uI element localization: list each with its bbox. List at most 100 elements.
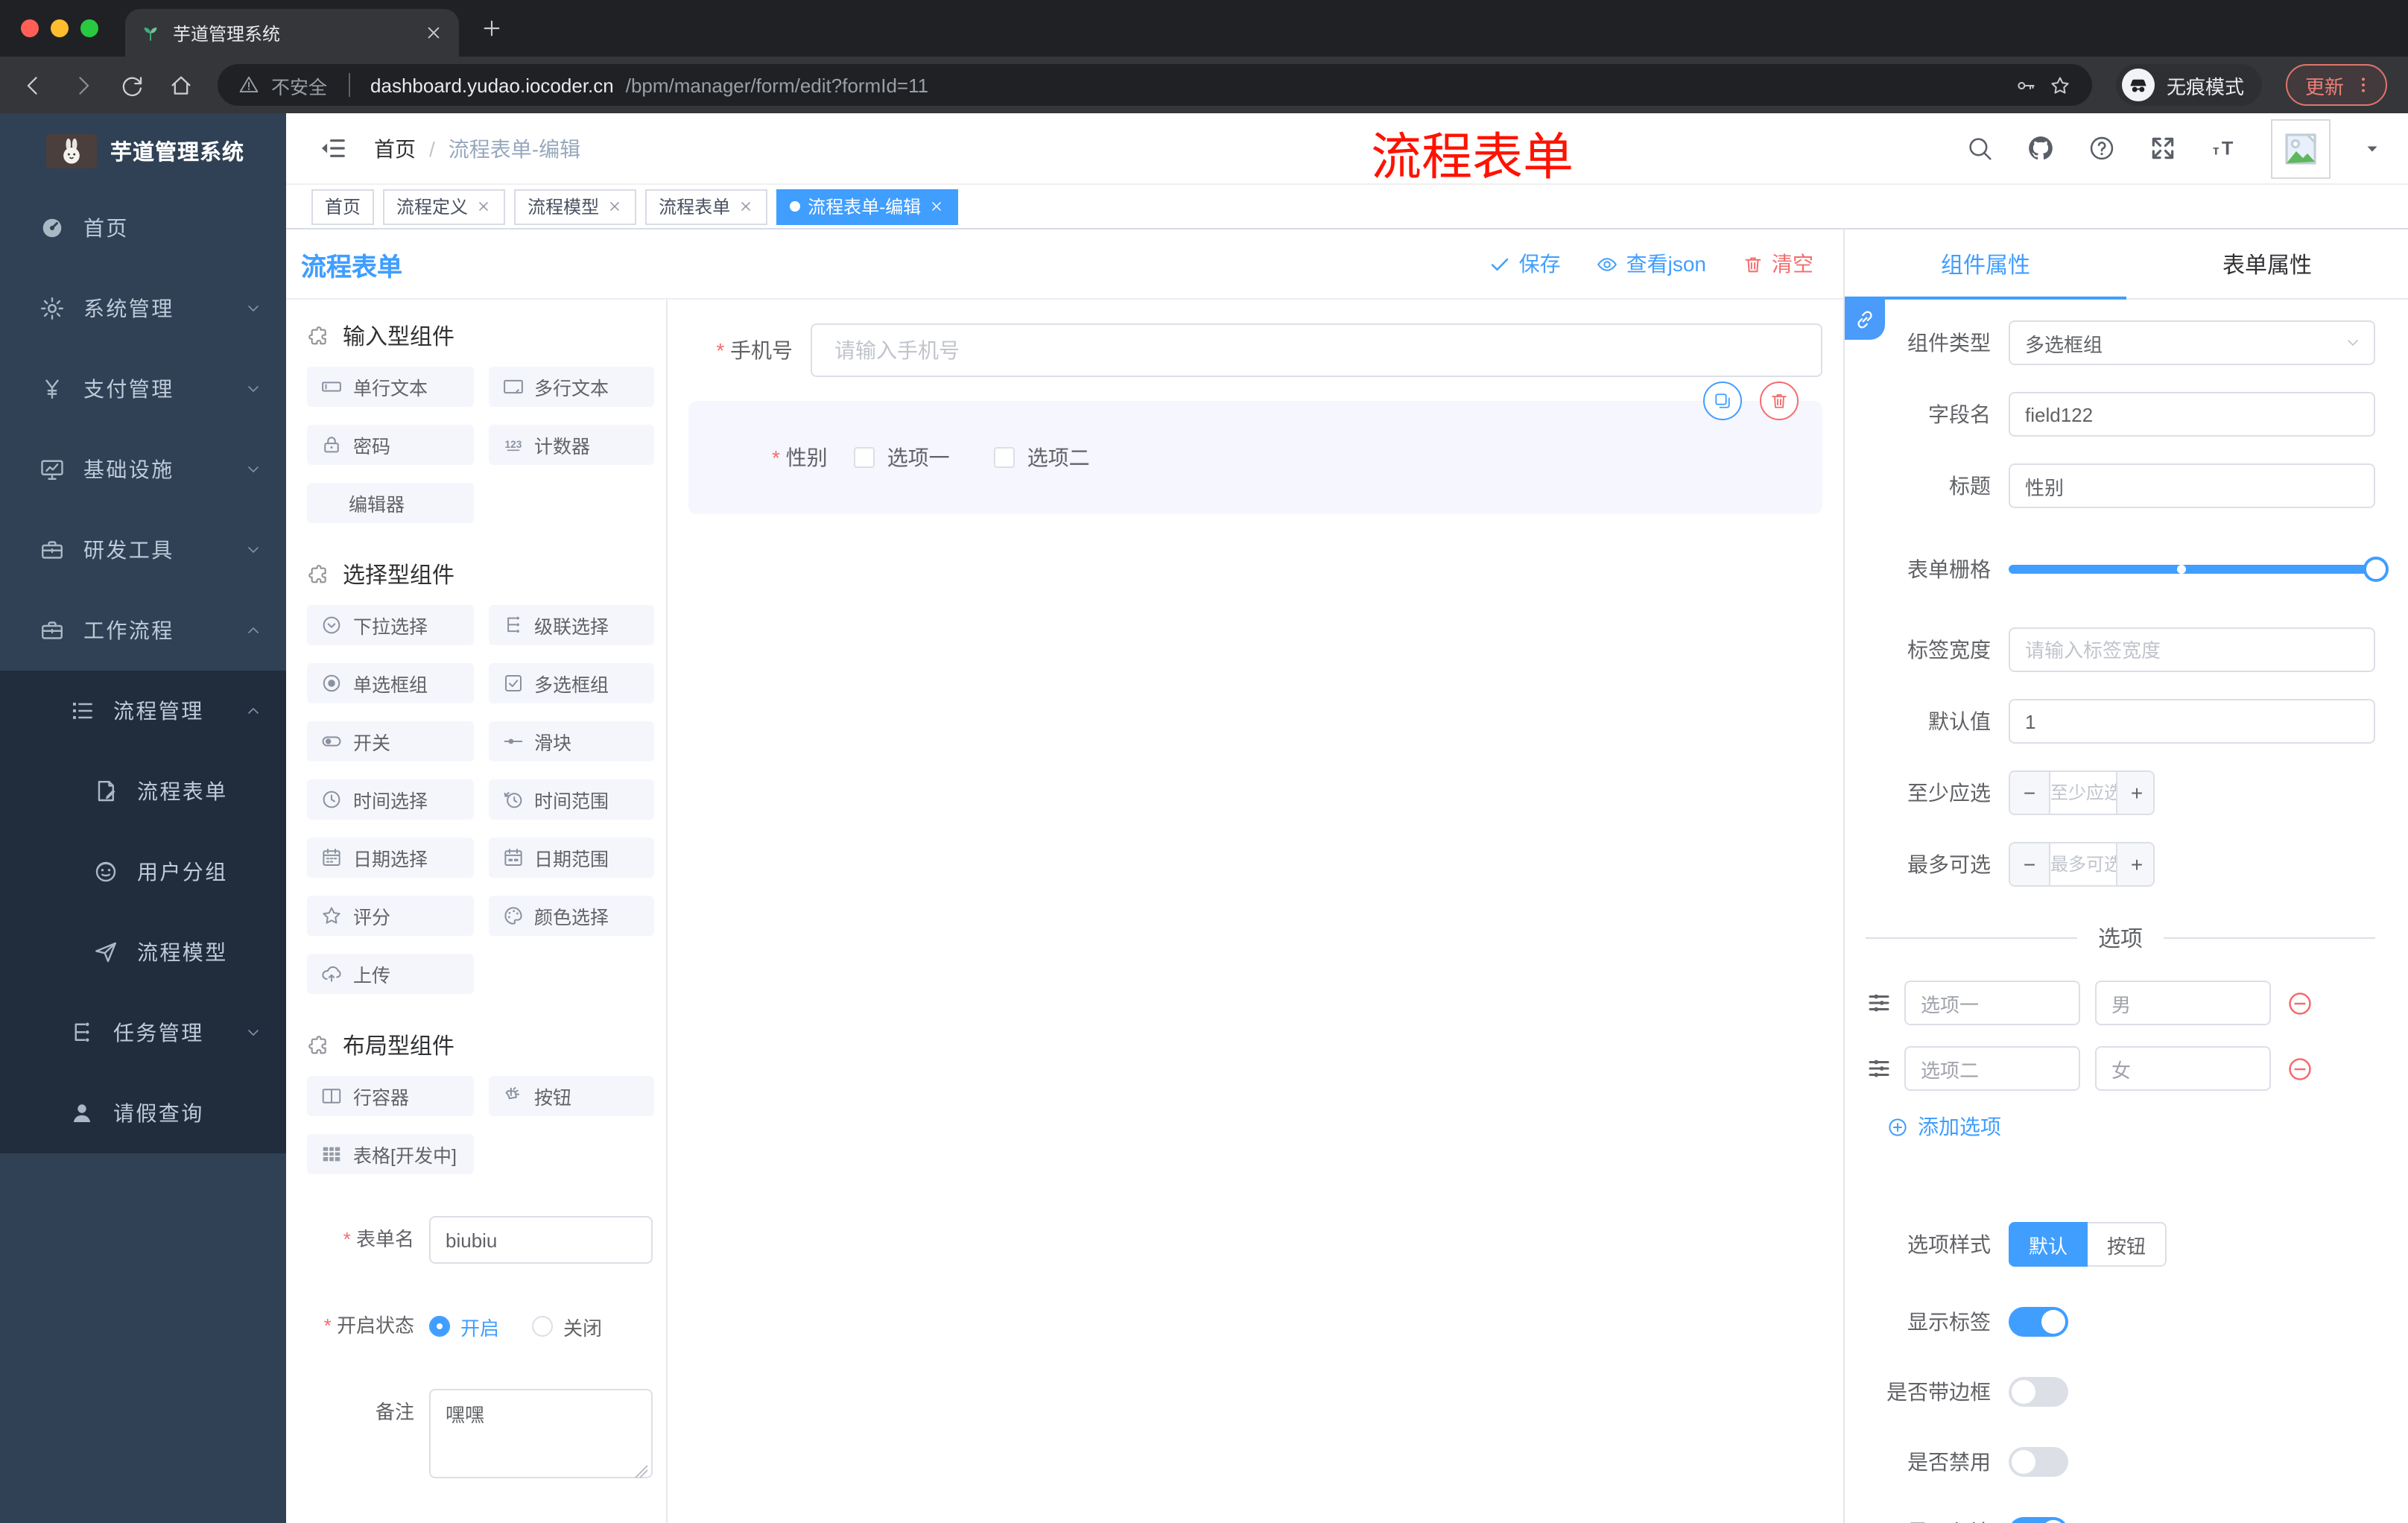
selected-widget-gender[interactable]: 性别 选项一 选项二 bbox=[688, 381, 1822, 514]
component-多选框组[interactable]: 多选框组 bbox=[488, 663, 654, 703]
component-多行文本[interactable]: 多行文本 bbox=[488, 367, 654, 407]
min-select-input[interactable] bbox=[2049, 772, 2117, 814]
tab-close-icon[interactable] bbox=[423, 22, 444, 43]
password-key-icon[interactable] bbox=[2015, 74, 2037, 96]
max-select-input[interactable] bbox=[2049, 843, 2117, 885]
toggle-是否必填[interactable] bbox=[2009, 1517, 2068, 1523]
component-表格[开发中][interactable]: 表格[开发中] bbox=[307, 1134, 473, 1174]
component-评分[interactable]: 评分 bbox=[307, 896, 473, 936]
help-icon[interactable] bbox=[2088, 134, 2116, 162]
clear-button[interactable]: 清空 bbox=[1742, 249, 1813, 279]
data-binding-link-icon[interactable] bbox=[1845, 300, 1885, 340]
sidebar-item-工作流程[interactable]: 工作流程 bbox=[0, 590, 286, 671]
widget-delete-button[interactable] bbox=[1760, 381, 1799, 420]
tab-form-props[interactable]: 表单属性 bbox=[2126, 229, 2408, 298]
toggle-显示标签[interactable] bbox=[2009, 1307, 2068, 1337]
component-颜色选择[interactable]: 颜色选择 bbox=[488, 896, 654, 936]
sidebar-item-流程管理[interactable]: 流程管理 bbox=[0, 671, 286, 751]
sidebar-collapse-icon[interactable] bbox=[319, 134, 347, 162]
component-日期选择[interactable]: 日期选择 bbox=[307, 838, 473, 878]
remove-option-icon[interactable] bbox=[2286, 1054, 2314, 1083]
reload-button[interactable] bbox=[119, 72, 145, 98]
phone-field-row[interactable]: 手机号 bbox=[688, 323, 1822, 377]
browser-menu-kebab-icon[interactable] bbox=[2353, 75, 2374, 95]
avatar[interactable] bbox=[2271, 118, 2331, 178]
toggle-是否带边框[interactable] bbox=[2009, 1377, 2068, 1407]
stepper-plus-button[interactable]: + bbox=[2117, 843, 2153, 885]
forward-button[interactable] bbox=[70, 72, 95, 98]
form-remark-textarea[interactable]: 嘿嘿 bbox=[429, 1389, 653, 1478]
widget-copy-button[interactable] bbox=[1703, 381, 1742, 420]
checkbox-option-选项二[interactable]: 选项二 bbox=[994, 443, 1090, 472]
component-日期范围[interactable]: 日期范围 bbox=[488, 838, 654, 878]
max-select-stepper[interactable]: − + bbox=[2009, 842, 2155, 887]
textarea-resize-icon[interactable] bbox=[635, 1465, 648, 1478]
sidebar-item-首页[interactable]: 首页 bbox=[0, 188, 286, 268]
form-name-input[interactable] bbox=[429, 1216, 653, 1264]
window-controls[interactable] bbox=[21, 19, 98, 37]
component-级联选择[interactable]: 级联选择 bbox=[488, 605, 654, 645]
view-json-button[interactable]: 查看json bbox=[1597, 249, 1706, 279]
fullscreen-icon[interactable] bbox=[2149, 134, 2177, 162]
component-单选框组[interactable]: 单选框组 bbox=[307, 663, 473, 703]
form-grid-slider[interactable] bbox=[2009, 547, 2389, 592]
sidebar-item-流程表单[interactable]: 流程表单 bbox=[0, 751, 286, 832]
drag-handle-icon[interactable] bbox=[1866, 1055, 1892, 1082]
option-label-input[interactable] bbox=[1904, 1046, 2080, 1091]
status-off-radio[interactable]: 关闭 bbox=[532, 1312, 602, 1340]
slider-track[interactable] bbox=[2009, 557, 2389, 582]
drag-handle-icon[interactable] bbox=[1866, 990, 1892, 1016]
toggle-是否禁用[interactable] bbox=[2009, 1447, 2068, 1477]
min-select-stepper[interactable]: − + bbox=[2009, 770, 2155, 815]
sidebar-item-流程模型[interactable]: 流程模型 bbox=[0, 912, 286, 992]
component-type-select[interactable]: 多选框组 bbox=[2009, 320, 2375, 365]
component-下拉选择[interactable]: 下拉选择 bbox=[307, 605, 473, 645]
sidebar-item-请假查询[interactable]: 请假查询 bbox=[0, 1073, 286, 1153]
save-button[interactable]: 保存 bbox=[1489, 249, 1561, 279]
phone-field-input[interactable] bbox=[811, 323, 1822, 377]
sidebar-item-支付管理[interactable]: 支付管理 bbox=[0, 349, 286, 429]
tab-component-props[interactable]: 组件属性 bbox=[1845, 229, 2126, 298]
component-单行文本[interactable]: 单行文本 bbox=[307, 367, 473, 407]
option-label-input[interactable] bbox=[1904, 981, 2080, 1025]
bookmark-star-icon[interactable] bbox=[2049, 74, 2071, 96]
stepper-plus-button[interactable]: + bbox=[2117, 772, 2153, 814]
update-button[interactable]: 更新 bbox=[2285, 64, 2387, 106]
zoom-window-button[interactable] bbox=[80, 19, 98, 37]
sidebar-logo[interactable]: 芋道管理系统 bbox=[0, 113, 286, 188]
option-value-input[interactable] bbox=[2095, 981, 2271, 1025]
component-行容器[interactable]: 行容器 bbox=[307, 1076, 473, 1116]
back-button[interactable] bbox=[21, 72, 46, 98]
sidebar-item-用户分组[interactable]: 用户分组 bbox=[0, 832, 286, 912]
tag-close-icon[interactable] bbox=[606, 198, 623, 215]
breadcrumb-home[interactable]: 首页 bbox=[374, 133, 416, 163]
field-name-input[interactable] bbox=[2009, 392, 2375, 437]
tag-流程模型[interactable]: 流程模型 bbox=[514, 189, 637, 224]
component-时间范围[interactable]: 时间范围 bbox=[488, 779, 654, 820]
label-width-input[interactable] bbox=[2009, 627, 2375, 672]
tag-close-icon[interactable] bbox=[738, 198, 754, 215]
component-上传[interactable]: 上传 bbox=[307, 954, 473, 994]
tag-流程定义[interactable]: 流程定义 bbox=[383, 189, 506, 224]
remove-option-icon[interactable] bbox=[2286, 989, 2314, 1017]
component-编辑器[interactable]: 编辑器 bbox=[307, 483, 473, 523]
tag-close-icon[interactable] bbox=[928, 198, 945, 215]
minimize-window-button[interactable] bbox=[51, 19, 69, 37]
github-icon[interactable] bbox=[2027, 134, 2055, 162]
search-icon[interactable] bbox=[1965, 134, 1994, 162]
tag-首页[interactable]: 首页 bbox=[311, 189, 375, 224]
component-计数器[interactable]: 123 计数器 bbox=[488, 425, 654, 465]
tag-流程表单-编辑[interactable]: 流程表单-编辑 bbox=[776, 189, 959, 224]
checkbox-option-选项一[interactable]: 选项一 bbox=[854, 443, 950, 472]
component-开关[interactable]: 开关 bbox=[307, 721, 473, 762]
component-按钮[interactable]: 按钮 bbox=[488, 1076, 654, 1116]
title-input[interactable] bbox=[2009, 463, 2375, 508]
home-button[interactable] bbox=[168, 72, 194, 98]
component-时间选择[interactable]: 时间选择 bbox=[307, 779, 473, 820]
font-size-icon[interactable]: тT bbox=[2210, 134, 2238, 162]
tag-流程表单[interactable]: 流程表单 bbox=[645, 189, 768, 224]
stepper-minus-button[interactable]: − bbox=[2010, 772, 2049, 814]
style-option-按钮[interactable]: 按钮 bbox=[2088, 1222, 2167, 1267]
avatar-caret-down-icon[interactable] bbox=[2363, 139, 2381, 157]
close-window-button[interactable] bbox=[21, 19, 39, 37]
